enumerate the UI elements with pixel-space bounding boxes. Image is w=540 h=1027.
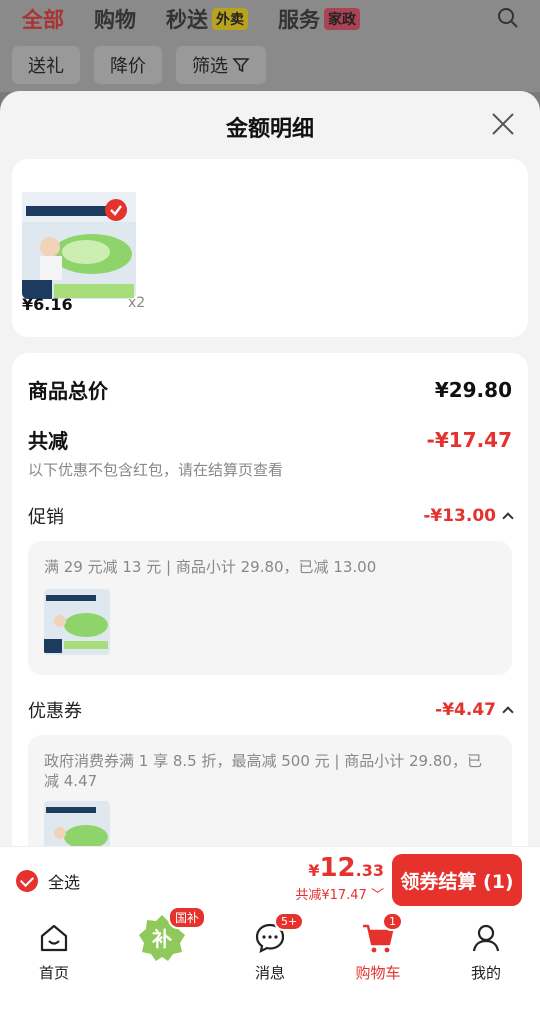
checkout-bar: 全选 ¥12.33 共减¥17.47 ﹀ 领券结算 (1) — [0, 846, 540, 912]
coupon-value: -¥4.47 — [435, 700, 496, 720]
total-label: 商品总价 — [28, 379, 108, 403]
nav-home[interactable]: 首页 — [14, 918, 94, 983]
product-price: ¥6.16 — [22, 295, 73, 314]
search-icon[interactable] — [496, 6, 520, 30]
discount-note: 以下优惠不包含红包，请在结算页查看 — [28, 461, 284, 479]
profile-icon — [472, 924, 500, 952]
tab-services[interactable]: 服务 家政 — [278, 4, 360, 34]
coupon-label: 优惠券 — [28, 701, 82, 722]
filter-chips: 送礼 降价 筛选 — [12, 46, 280, 84]
coupon-detail: 政府消费券满 1 享 8.5 折，最高减 500 元 | 商品小计 29.80，… — [44, 752, 482, 790]
category-tabs: 全部 购物 秒送 外卖 服务 家政 — [22, 2, 390, 36]
total-price-int: 12 — [319, 853, 356, 883]
chevron-up-icon — [502, 512, 514, 524]
bottom-tab-bar: 首页 补 国补 5+ 消息 1 购物车 我的 — [0, 906, 540, 1027]
tab-instant-delivery[interactable]: 秒送 外卖 — [166, 4, 248, 34]
product-thumbnail[interactable] — [22, 181, 136, 299]
close-icon[interactable] — [490, 111, 516, 137]
cart-count-badge: 1 — [382, 912, 403, 931]
total-value: ¥29.80 — [434, 377, 512, 402]
message-count-badge: 5+ — [274, 912, 305, 931]
takeout-badge: 外卖 — [212, 8, 248, 30]
promo-row[interactable]: 促销 -¥13.00 — [28, 503, 514, 529]
promo-value: -¥13.00 — [423, 506, 496, 526]
product-card: ¥6.16 x2 — [12, 159, 528, 337]
sheet-title: 金额明细 — [225, 117, 314, 142]
select-all-label: 全选 — [48, 873, 81, 892]
checkout-total: ¥12.33 共减¥17.47 ﹀ — [295, 853, 384, 903]
nav-messages[interactable]: 5+ 消息 — [230, 912, 310, 983]
discount-summary[interactable]: 共减¥17.47 ﹀ — [295, 884, 384, 903]
subsidy-badge: 国补 — [167, 906, 206, 929]
home-icon — [40, 924, 68, 952]
nav-cart[interactable]: 1 购物车 — [338, 912, 418, 983]
total-price-decimal: .33 — [355, 861, 384, 880]
nav-subsidy[interactable]: 补 国补 — [122, 906, 206, 962]
chip-price-drop[interactable]: 降价 — [94, 46, 162, 84]
select-all-toggle[interactable]: 全选 — [16, 869, 80, 893]
tab-shopping[interactable]: 购物 — [94, 4, 136, 34]
top-header: 全部 购物 秒送 外卖 服务 家政 送礼 降价 筛选 — [0, 0, 540, 92]
checkbox-checked-icon — [16, 870, 38, 892]
chip-gift[interactable]: 送礼 — [12, 46, 80, 84]
nav-profile[interactable]: 我的 — [446, 918, 526, 983]
promo-label: 促销 — [28, 507, 64, 528]
svg-text:补: 补 — [151, 927, 172, 951]
filter-icon — [232, 58, 250, 73]
chevron-down-icon: ﹀ — [370, 888, 384, 903]
chevron-up-icon — [502, 706, 514, 718]
discount-row: 共减 -¥17.47 — [28, 425, 512, 454]
checkout-button[interactable]: 领券结算 (1) — [392, 854, 522, 906]
promo-detail: 满 29 元减 13 元 | 商品小计 29.80，已减 13.00 — [44, 558, 377, 576]
promo-detail-box: 满 29 元减 13 元 | 商品小计 29.80，已减 13.00 — [28, 541, 512, 675]
discount-label: 共减 — [28, 429, 68, 453]
total-row: 商品总价 ¥29.80 — [28, 375, 512, 404]
discount-value: -¥17.47 — [426, 427, 512, 452]
housekeeping-badge: 家政 — [324, 8, 360, 30]
tab-all[interactable]: 全部 — [22, 4, 64, 34]
chip-filter[interactable]: 筛选 — [176, 46, 266, 84]
coupon-row[interactable]: 优惠券 -¥4.47 — [28, 697, 514, 723]
promo-product-thumbnail — [44, 589, 110, 655]
product-quantity: x2 — [128, 295, 146, 311]
